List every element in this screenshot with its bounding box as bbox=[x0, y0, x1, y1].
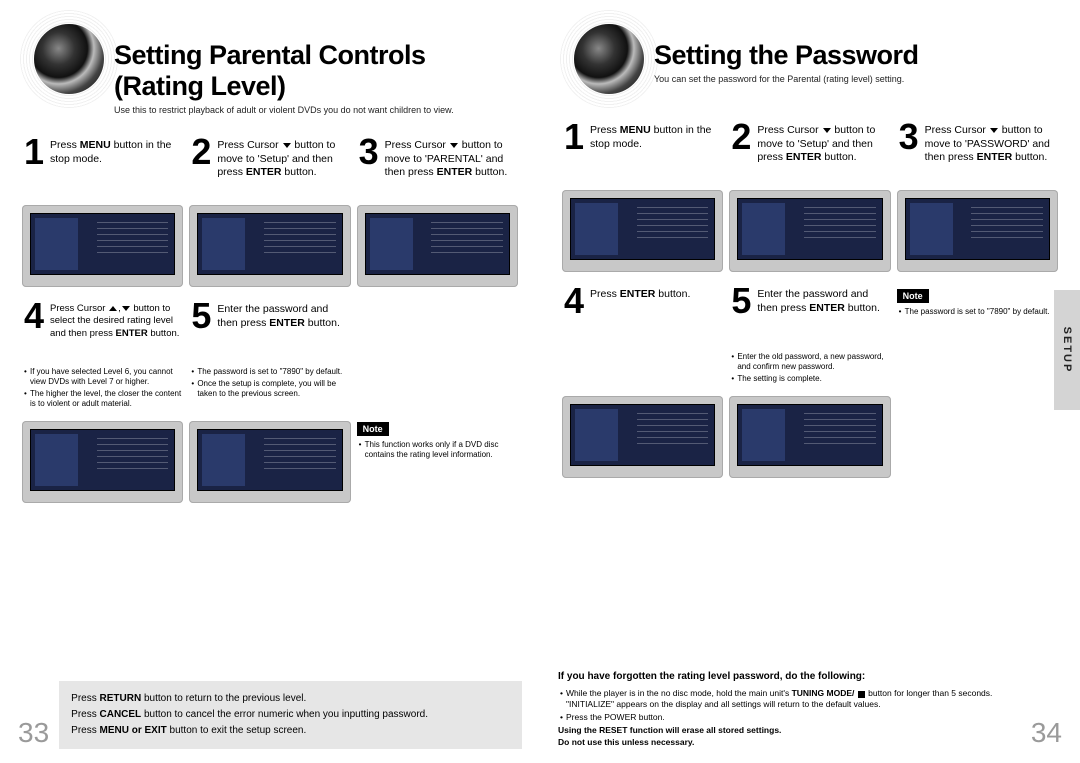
empty-cell bbox=[562, 352, 723, 386]
header-right: Setting the Password You can set the pas… bbox=[558, 30, 1062, 100]
step-5-bullets: The password is set to "7890" by default… bbox=[189, 367, 350, 411]
empty-cell bbox=[357, 301, 518, 359]
step-text: Enter the password and then press ENTER … bbox=[757, 286, 890, 344]
step-text: Press Cursor button to move to 'PASSWORD… bbox=[925, 122, 1058, 180]
step-text: Press Cursor button to move to 'Setup' a… bbox=[757, 122, 890, 180]
bullet: The setting is complete. bbox=[731, 374, 890, 384]
speaker-icon bbox=[574, 24, 644, 94]
forgot-password-heading: If you have forgotten the rating level p… bbox=[558, 670, 1021, 684]
bullet: The higher the level, the closer the con… bbox=[24, 389, 183, 409]
step-4: 4 Press Cursor , button to select the de… bbox=[22, 301, 183, 359]
tv-screenshot bbox=[22, 205, 183, 287]
step-number: 4 bbox=[22, 301, 46, 359]
tv-screenshot bbox=[562, 396, 723, 478]
instruction-line: Press CANCEL button to cancel the error … bbox=[71, 707, 510, 723]
note-bullets: This function works only if a DVD disc c… bbox=[357, 440, 518, 460]
tv-screenshot bbox=[897, 190, 1058, 272]
step-number: 5 bbox=[729, 286, 753, 344]
note-badge: Note bbox=[357, 422, 389, 436]
page-number: 34 bbox=[1031, 717, 1062, 749]
step-number: 4 bbox=[562, 286, 586, 344]
empty-cell bbox=[897, 352, 1058, 386]
page-33: Setting Parental Controls (Rating Level)… bbox=[0, 0, 540, 763]
step-text: Press ENTER button. bbox=[590, 286, 690, 344]
reset-warning: Using the RESET function will erase all … bbox=[558, 725, 1021, 749]
bullet: If you have selected Level 6, you cannot… bbox=[24, 367, 183, 387]
bullet: Press the POWER button. bbox=[560, 712, 1021, 723]
bullet: Enter the old password, a new password, … bbox=[731, 352, 890, 372]
bullet: The password is set to "7890" by default… bbox=[899, 307, 1058, 317]
page-subtitle-right: You can set the password for the Parenta… bbox=[654, 74, 1062, 84]
instruction-line: Press MENU or EXIT button to exit the se… bbox=[71, 723, 510, 739]
tv-screenshot bbox=[189, 205, 350, 287]
bottom-block-left: 33 Press RETURN button to return to the … bbox=[18, 681, 522, 749]
step-text: Press MENU button in the stop mode. bbox=[590, 122, 723, 180]
section-tab: SETUP bbox=[1054, 290, 1080, 410]
page-title-right: Setting the Password bbox=[654, 40, 1062, 71]
step-3: 3 Press Cursor button to move to 'PASSWO… bbox=[897, 122, 1058, 180]
page-title-left: Setting Parental Controls (Rating Level) bbox=[114, 40, 522, 102]
tv-screenshot bbox=[729, 190, 890, 272]
section-tab-label: SETUP bbox=[1061, 327, 1073, 374]
step-number: 5 bbox=[189, 301, 213, 359]
step-text: Press MENU button in the stop mode. bbox=[50, 137, 183, 195]
step-5: 5 Enter the password and then press ENTE… bbox=[189, 301, 350, 359]
bottom-instructions: Press RETURN button to return to the pre… bbox=[59, 681, 522, 749]
bottom-instructions-right: If you have forgotten the rating level p… bbox=[558, 670, 1021, 749]
step-3: 3 Press Cursor button to move to 'PARENT… bbox=[357, 137, 518, 195]
step-text: Press Cursor button to move to 'Setup' a… bbox=[217, 137, 350, 195]
step-text: Press Cursor button to move to 'PARENTAL… bbox=[385, 137, 518, 195]
step-number: 2 bbox=[189, 137, 213, 195]
steps-grid-right: 1 Press MENU button in the stop mode. 2 … bbox=[558, 122, 1062, 484]
empty-cell bbox=[357, 367, 518, 411]
title-block: Setting the Password You can set the pas… bbox=[654, 30, 1062, 84]
step-2: 2 Press Cursor button to move to 'Setup'… bbox=[189, 137, 350, 195]
instruction-line: Press RETURN button to return to the pre… bbox=[71, 691, 510, 707]
page-34: Setting the Password You can set the pas… bbox=[540, 0, 1080, 763]
speaker-icon bbox=[34, 24, 104, 94]
tv-screenshot bbox=[562, 190, 723, 272]
bottom-block-right: If you have forgotten the rating level p… bbox=[558, 670, 1062, 749]
bullet: This function works only if a DVD disc c… bbox=[359, 440, 518, 460]
step-number: 3 bbox=[897, 122, 921, 180]
step-number: 1 bbox=[22, 137, 46, 195]
header-left: Setting Parental Controls (Rating Level)… bbox=[18, 30, 522, 115]
empty-cell bbox=[897, 394, 1058, 484]
tv-screenshot bbox=[22, 421, 183, 503]
step-1: 1 Press MENU button in the stop mode. bbox=[562, 122, 723, 180]
step-number: 3 bbox=[357, 137, 381, 195]
bullet: The password is set to "7890" by default… bbox=[191, 367, 350, 377]
title-block: Setting Parental Controls (Rating Level)… bbox=[114, 30, 522, 115]
step-number: 1 bbox=[562, 122, 586, 180]
step-4-bullets: If you have selected Level 6, you cannot… bbox=[22, 367, 183, 411]
tv-screenshot bbox=[729, 396, 890, 478]
tv-screenshot bbox=[357, 205, 518, 287]
step-text: Press Cursor , button to select the desi… bbox=[50, 301, 183, 359]
page-subtitle-left: Use this to restrict playback of adult o… bbox=[114, 105, 522, 115]
step-2: 2 Press Cursor button to move to 'Setup'… bbox=[729, 122, 890, 180]
bullet: While the player is in the no disc mode,… bbox=[560, 688, 1021, 709]
step-text: Enter the password and then press ENTER … bbox=[217, 301, 350, 359]
tv-screenshot bbox=[189, 421, 350, 503]
steps-grid-left: 1 Press MENU button in the stop mode. 2 … bbox=[18, 137, 522, 509]
note-badge: Note bbox=[897, 289, 929, 303]
step-number: 2 bbox=[729, 122, 753, 180]
note-block: Note This function works only if a DVD d… bbox=[357, 419, 518, 509]
page-number: 33 bbox=[18, 717, 49, 749]
step-4: 4 Press ENTER button. bbox=[562, 286, 723, 344]
bullet: Once the setup is complete, you will be … bbox=[191, 379, 350, 399]
note-bullets: The password is set to "7890" by default… bbox=[897, 307, 1058, 317]
step-5-bullets: Enter the old password, a new password, … bbox=[729, 352, 890, 386]
step-1: 1 Press MENU button in the stop mode. bbox=[22, 137, 183, 195]
step-5: 5 Enter the password and then press ENTE… bbox=[729, 286, 890, 344]
note-block: Note The password is set to "7890" by de… bbox=[897, 286, 1058, 344]
forgot-password-bullets: While the player is in the no disc mode,… bbox=[558, 688, 1021, 722]
